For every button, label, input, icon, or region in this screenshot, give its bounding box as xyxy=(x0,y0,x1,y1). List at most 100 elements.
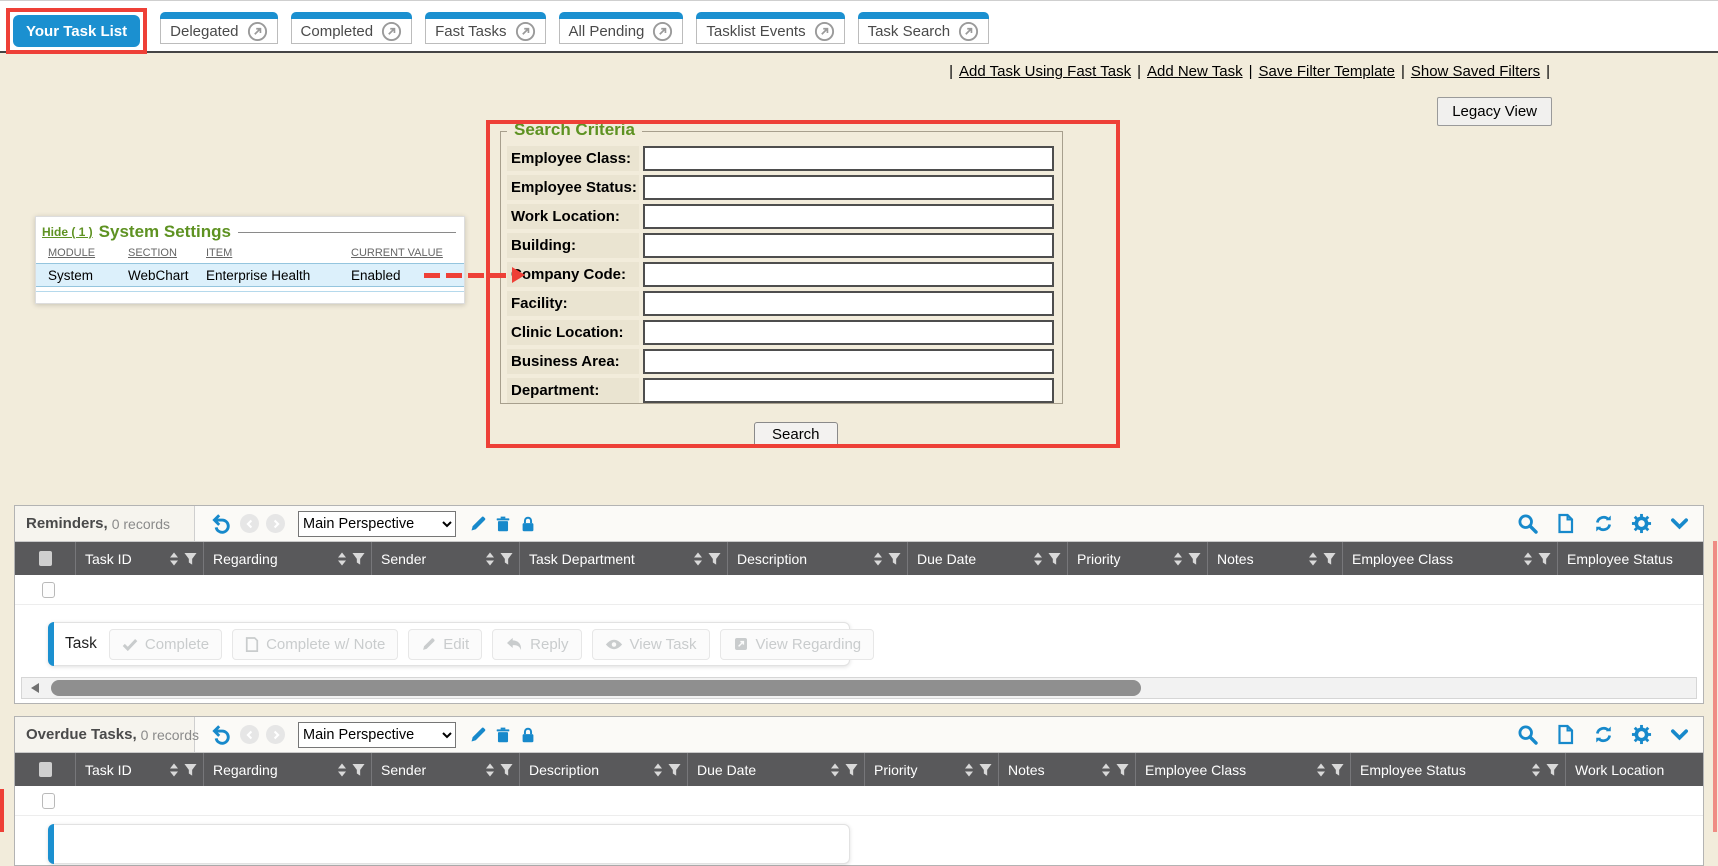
column-header-notes[interactable]: Notes xyxy=(1208,542,1343,575)
sort-icon[interactable] xyxy=(337,763,347,777)
sort-icon[interactable] xyxy=(1101,763,1111,777)
column-header-employee-class[interactable]: Employee Class xyxy=(1136,753,1351,786)
sort-icon[interactable] xyxy=(485,763,495,777)
sort-icon[interactable] xyxy=(1033,552,1043,566)
edit-pencil-icon[interactable] xyxy=(469,726,487,744)
column-header-regarding[interactable]: Regarding xyxy=(204,542,372,575)
tab-fast-tasks[interactable]: Fast Tasks xyxy=(425,12,545,44)
column-header-notes[interactable]: Notes xyxy=(999,753,1136,786)
column-header-task-id[interactable]: Task ID xyxy=(76,753,204,786)
view-regarding-button[interactable]: View Regarding xyxy=(720,629,875,660)
filter-funnel-icon[interactable] xyxy=(708,552,721,566)
column-header-due-date[interactable]: Due Date xyxy=(688,753,865,786)
filter-funnel-icon[interactable] xyxy=(184,763,197,777)
perspective-select[interactable]: Main Perspective xyxy=(298,722,456,748)
sort-icon[interactable] xyxy=(1173,552,1183,566)
sort-icon[interactable] xyxy=(1523,552,1533,566)
company-code-input[interactable] xyxy=(643,262,1054,287)
complete-button[interactable]: Complete xyxy=(109,629,222,660)
undo-icon[interactable] xyxy=(210,512,233,535)
sort-icon[interactable] xyxy=(653,763,663,777)
employee-class-input[interactable] xyxy=(643,146,1054,171)
sort-icon[interactable] xyxy=(1531,763,1541,777)
add-task-using-fast-task-link[interactable]: Add Task Using Fast Task xyxy=(959,63,1131,80)
tab-your-task-list[interactable]: Your Task List xyxy=(13,15,140,47)
undo-icon[interactable] xyxy=(210,723,233,746)
filter-funnel-icon[interactable] xyxy=(888,552,901,566)
filter-funnel-icon[interactable] xyxy=(1116,763,1129,777)
horizontal-scrollbar[interactable] xyxy=(21,677,1697,699)
lock-icon[interactable] xyxy=(519,726,537,744)
complete-with-note-button[interactable]: Complete w/ Note xyxy=(232,629,398,660)
department-input[interactable] xyxy=(643,378,1054,403)
sort-icon[interactable] xyxy=(1316,763,1326,777)
tab-delegated[interactable]: Delegated xyxy=(160,12,277,44)
clinic-location-input[interactable] xyxy=(643,320,1054,345)
filter-funnel-icon[interactable] xyxy=(1048,552,1061,566)
legacy-view-button[interactable]: Legacy View xyxy=(1437,97,1552,126)
sort-icon[interactable] xyxy=(1308,552,1318,566)
next-perspective-button[interactable] xyxy=(266,725,285,744)
module-column-header[interactable]: MODULE xyxy=(36,247,128,259)
row-checkbox[interactable] xyxy=(42,582,55,598)
sort-icon[interactable] xyxy=(693,552,703,566)
column-header-employee-class[interactable]: Employee Class xyxy=(1343,542,1558,575)
sort-icon[interactable] xyxy=(485,552,495,566)
open-in-new-icon[interactable] xyxy=(958,21,979,42)
open-in-new-icon[interactable] xyxy=(247,21,268,42)
column-header-task-department[interactable]: Task Department xyxy=(520,542,728,575)
column-header-regarding[interactable]: Regarding xyxy=(204,753,372,786)
column-header-sender[interactable]: Sender xyxy=(372,542,520,575)
column-header-employee-status[interactable]: Employee Status xyxy=(1351,753,1566,786)
column-header-description[interactable]: Description xyxy=(520,753,688,786)
search-icon[interactable] xyxy=(1517,513,1538,534)
view-task-button[interactable]: View Task xyxy=(592,629,710,660)
hide-link[interactable]: Hide ( 1 ) xyxy=(42,225,93,239)
search-icon[interactable] xyxy=(1517,724,1538,745)
open-in-new-icon[interactable] xyxy=(814,21,835,42)
reply-button[interactable]: Reply xyxy=(492,629,581,660)
sort-icon[interactable] xyxy=(964,763,974,777)
scroll-left-arrow-icon[interactable] xyxy=(31,683,39,693)
column-header-description[interactable]: Description xyxy=(728,542,908,575)
add-new-task-link[interactable]: Add New Task xyxy=(1147,63,1243,80)
scrollbar-thumb[interactable] xyxy=(51,680,1141,696)
current-value-column-header[interactable]: CURRENT VALUE xyxy=(351,247,464,259)
building-input[interactable] xyxy=(643,233,1054,258)
gear-icon[interactable] xyxy=(1631,724,1652,745)
select-all-checkbox[interactable] xyxy=(39,551,52,566)
sort-icon[interactable] xyxy=(169,552,179,566)
open-in-new-icon[interactable] xyxy=(381,21,402,42)
work-location-input[interactable] xyxy=(643,204,1054,229)
next-perspective-button[interactable] xyxy=(266,514,285,533)
tab-task-search[interactable]: Task Search xyxy=(858,12,990,44)
filter-funnel-icon[interactable] xyxy=(1538,552,1551,566)
column-header-priority[interactable]: Priority xyxy=(1068,542,1208,575)
refresh-icon[interactable] xyxy=(1593,724,1614,745)
lock-icon[interactable] xyxy=(519,515,537,533)
collapse-chevron-icon[interactable] xyxy=(1669,513,1690,534)
filter-funnel-icon[interactable] xyxy=(500,763,513,777)
filter-funnel-icon[interactable] xyxy=(352,763,365,777)
row-checkbox[interactable] xyxy=(42,793,55,809)
column-header-due-date[interactable]: Due Date xyxy=(908,542,1068,575)
previous-perspective-button[interactable] xyxy=(240,725,259,744)
gear-icon[interactable] xyxy=(1631,513,1652,534)
filter-funnel-icon[interactable] xyxy=(1188,552,1201,566)
trash-icon[interactable] xyxy=(494,726,512,744)
facility-input[interactable] xyxy=(643,291,1054,316)
perspective-select[interactable]: Main Perspective xyxy=(298,511,456,537)
filter-funnel-icon[interactable] xyxy=(500,552,513,566)
new-document-icon[interactable] xyxy=(1555,724,1576,745)
item-column-header[interactable]: ITEM xyxy=(206,247,351,259)
column-header-priority[interactable]: Priority xyxy=(865,753,999,786)
filter-funnel-icon[interactable] xyxy=(184,552,197,566)
sort-icon[interactable] xyxy=(337,552,347,566)
tab-tasklist-events[interactable]: Tasklist Events xyxy=(696,12,844,44)
sort-icon[interactable] xyxy=(169,763,179,777)
sort-icon[interactable] xyxy=(873,552,883,566)
employee-status-input[interactable] xyxy=(643,175,1054,200)
filter-funnel-icon[interactable] xyxy=(1546,763,1559,777)
save-filter-template-link[interactable]: Save Filter Template xyxy=(1259,63,1395,80)
column-header-sender[interactable]: Sender xyxy=(372,753,520,786)
